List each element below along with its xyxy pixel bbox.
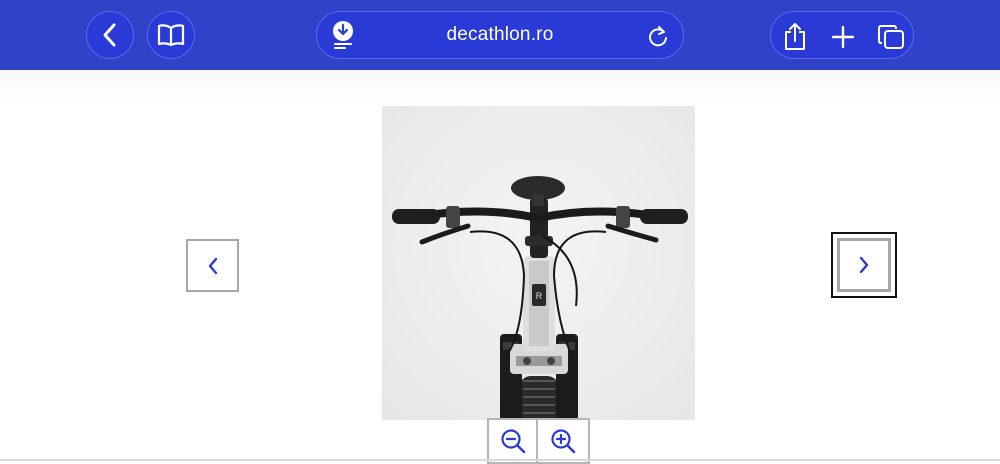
next-image-button[interactable] — [831, 232, 897, 298]
zoom-out-button[interactable] — [487, 418, 538, 464]
reader-button[interactable] — [147, 11, 195, 59]
download-icon[interactable] — [331, 20, 355, 50]
toolbar-actions — [770, 11, 914, 59]
next-image-button-inner — [837, 238, 891, 292]
zoom-out-icon — [500, 429, 525, 454]
chevron-left-icon — [208, 257, 217, 274]
chevron-right-icon — [859, 256, 869, 274]
back-button[interactable] — [86, 11, 134, 59]
tabs-icon[interactable] — [877, 24, 905, 50]
share-icon[interactable] — [783, 23, 807, 51]
svg-text:R: R — [536, 291, 543, 301]
browser-toolbar: decathlon.ro — [0, 0, 1000, 70]
book-icon — [157, 24, 185, 47]
url-text: decathlon.ro — [446, 24, 554, 45]
toolbar-shadow — [0, 70, 1000, 100]
previous-image-button[interactable] — [186, 239, 239, 292]
reload-icon[interactable] — [647, 24, 669, 48]
chevron-left-icon — [103, 23, 116, 47]
plus-icon[interactable] — [831, 25, 855, 49]
product-image[interactable]: R — [382, 106, 695, 420]
zoom-in-icon — [551, 429, 576, 454]
address-bar[interactable]: decathlon.ro — [316, 11, 684, 59]
zoom-controls — [487, 418, 590, 464]
zoom-in-button[interactable] — [538, 418, 590, 464]
bicycle-image: R — [382, 106, 695, 420]
